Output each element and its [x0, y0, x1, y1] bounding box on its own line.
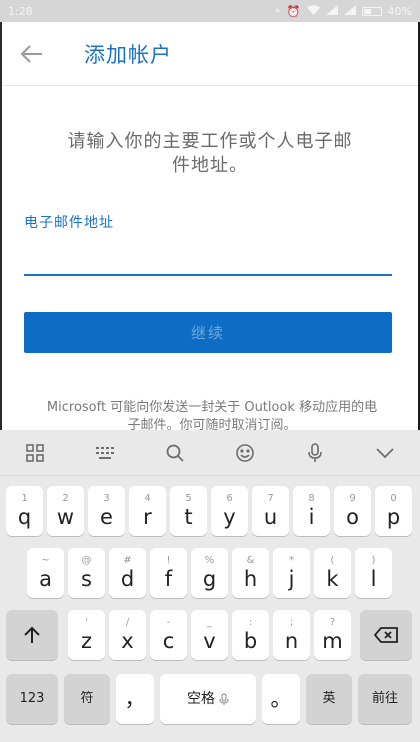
key-f[interactable]: ! f — [150, 548, 187, 598]
back-button[interactable] — [2, 22, 62, 86]
search-icon[interactable] — [155, 433, 195, 473]
key-m[interactable]: ? m — [314, 610, 351, 660]
key-w[interactable]: 2w — [47, 486, 84, 536]
key-d[interactable]: # d — [109, 548, 146, 598]
soft-keyboard: 1q 2w 3e 4r 5t 6y 7u 8i 9o 0p ~ a @ s # d !… — [0, 430, 420, 742]
page-title: 添加帐户 — [84, 42, 172, 67]
arrow-left-icon — [21, 44, 42, 63]
microphone-small-icon — [219, 692, 229, 705]
key-q[interactable]: 1q — [6, 486, 43, 536]
key-v[interactable]: _ v — [191, 610, 228, 660]
email-field-label: 电子邮件地址 — [24, 215, 114, 231]
key-b[interactable]: :b — [232, 610, 269, 660]
battery-percent: 40% — [387, 4, 412, 18]
period-key[interactable]: 。 — [262, 674, 300, 724]
wifi-icon — [306, 4, 320, 18]
microphone-icon[interactable] — [295, 433, 335, 473]
key-y[interactable]: 6y — [211, 486, 248, 536]
key-g[interactable]: % g — [191, 548, 228, 598]
alarm-icon: ⏰ — [286, 4, 301, 18]
email-prompt: 请输入你的主要工作或个人电子邮件地址。 — [67, 131, 353, 176]
shift-key[interactable] — [6, 610, 58, 660]
status-time: 1:28 — [8, 4, 33, 18]
email-field[interactable] — [24, 240, 392, 276]
battery-icon — [361, 6, 382, 16]
grid-menu-icon[interactable] — [15, 433, 55, 473]
app-header: 添加帐户 — [2, 22, 418, 86]
key-s[interactable]: @ s — [68, 548, 105, 598]
key-row-2: ~ a @ s # d ! f % g & h * j (k ) l — [0, 548, 420, 600]
backspace-icon — [374, 627, 398, 643]
symbols-key[interactable]: 符 — [64, 674, 110, 724]
space-key-label: 空格 — [187, 691, 215, 707]
key-p[interactable]: 0p — [375, 486, 412, 536]
key-row-3: ' z / x -c _ v :b ; n ? m — [0, 610, 420, 662]
continue-button[interactable]: 继续 — [24, 312, 392, 353]
key-t[interactable]: 5t — [170, 486, 207, 536]
key-o[interactable]: 9o — [334, 486, 371, 536]
key-x[interactable]: / x — [109, 610, 146, 660]
key-e[interactable]: 3e — [88, 486, 125, 536]
space-key[interactable]: 空格 — [160, 674, 256, 724]
numbers-key[interactable]: 123 — [6, 674, 58, 724]
key-k[interactable]: (k — [314, 548, 351, 598]
keyboard-toolbar — [0, 430, 420, 476]
key-n[interactable]: ; n — [273, 610, 310, 660]
add-account-screen: 添加帐户 请输入你的主要工作或个人电子邮件地址。 电子邮件地址 继续 Micro… — [2, 22, 418, 434]
key-row-1: 1q 2w 3e 4r 5t 6y 7u 8i 9o 0p — [0, 486, 420, 538]
disclaimer-text: Microsoft 可能向你发送一封关于 Outlook 移动应用的电子邮件。你… — [46, 400, 378, 433]
status-bar: 1:28 ⌖ ⏰ 40% — [0, 0, 420, 22]
signal-icon — [325, 4, 338, 18]
chevron-down-icon[interactable] — [365, 433, 405, 473]
key-z[interactable]: ' z — [68, 610, 105, 660]
key-l[interactable]: ) l — [355, 548, 392, 598]
key-u[interactable]: 7u — [252, 486, 289, 536]
shift-arrow-icon — [24, 626, 40, 643]
key-row-4: 123 符 ， 空格 。 英 前往 — [0, 674, 420, 726]
key-i[interactable]: 8i — [293, 486, 330, 536]
enter-key[interactable]: 前往 — [358, 674, 412, 724]
emoji-icon[interactable] — [225, 433, 265, 473]
key-r[interactable]: 4r — [129, 486, 166, 536]
backspace-key[interactable] — [360, 610, 412, 660]
keyboard-layout-icon[interactable] — [85, 433, 125, 473]
signal-icon-2 — [343, 4, 356, 18]
key-a[interactable]: ~ a — [27, 548, 64, 598]
key-c[interactable]: -c — [150, 610, 187, 660]
location-icon: ⌖ — [274, 4, 281, 17]
key-j[interactable]: * j — [273, 548, 310, 598]
status-icons: ⌖ ⏰ 40% — [275, 4, 412, 18]
comma-key[interactable]: ， — [116, 674, 154, 724]
key-h[interactable]: & h — [232, 548, 269, 598]
language-key[interactable]: 英 — [306, 674, 352, 724]
